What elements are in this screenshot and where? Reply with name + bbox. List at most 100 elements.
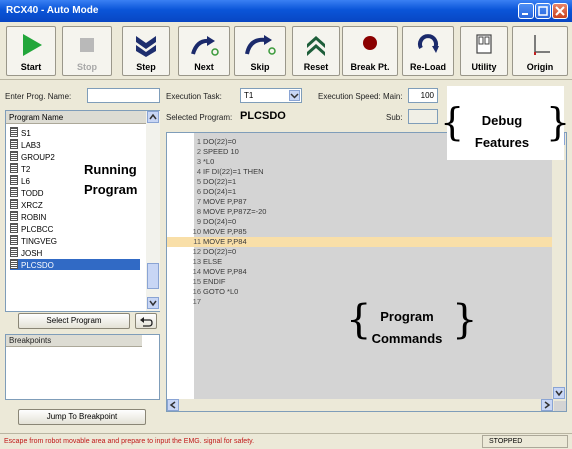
- program-commands-annotation-line2: Commands: [371, 331, 443, 346]
- code-line[interactable]: 16 GOTO *L0: [167, 287, 553, 297]
- scroll-down-button[interactable]: [147, 297, 159, 309]
- code-scroll-right-button[interactable]: [541, 399, 553, 411]
- breakpoint-list[interactable]: Breakpoints: [5, 334, 160, 400]
- program-list-item-label: GROUP2: [21, 153, 55, 162]
- program-list-item[interactable]: PLCBCC: [10, 223, 140, 234]
- minimize-icon: [522, 13, 528, 15]
- program-list-item-label: S1: [21, 129, 31, 138]
- scroll-thumb[interactable]: [147, 263, 159, 289]
- code-vertical-scrollbar[interactable]: [552, 133, 566, 401]
- next-arrow-icon: [191, 36, 219, 56]
- code-line[interactable]: 11 MOVE P,P84: [167, 237, 553, 247]
- code-line[interactable]: 6 DO(24)=1: [167, 187, 553, 197]
- program-list[interactable]: Program Name S1 LAB3 GROUP2 T2 L6 TODD XRCZ ROB…: [5, 110, 160, 312]
- code-line-number: 9: [196, 217, 201, 226]
- code-horizontal-scrollbar[interactable]: [167, 399, 554, 411]
- play-icon: [23, 34, 42, 56]
- code-line-text: ENDIF: [203, 277, 226, 286]
- next-button[interactable]: Next: [178, 26, 230, 76]
- code-line-text: MOVE P,P84: [203, 237, 247, 246]
- right-brace-icon: }: [452, 297, 478, 343]
- program-list-item[interactable]: XRCZ: [10, 199, 140, 210]
- program-code-view[interactable]: 1 DO(22)=0 2 SPEED 10 3 *L0 4 IF DI(22)=1 THEN 5…: [166, 132, 567, 412]
- code-scroll-left-button[interactable]: [167, 399, 179, 411]
- program-list-item[interactable]: JOSH: [10, 247, 140, 258]
- code-line-number: 12: [192, 247, 201, 256]
- code-line[interactable]: 9 DO(24)=0: [167, 217, 553, 227]
- stop-button[interactable]: Stop: [62, 26, 112, 76]
- program-file-icon: [10, 247, 18, 257]
- program-file-icon: [10, 211, 18, 221]
- jump-to-breakpoint-button[interactable]: Jump To Breakpoint: [18, 409, 146, 425]
- program-list-item-label: PLCSDO: [21, 261, 54, 270]
- sub-speed-input[interactable]: [408, 109, 438, 124]
- code-line-text: DO(22)=1: [203, 177, 237, 186]
- chevron-up-icon: [149, 113, 157, 120]
- code-line-text: *L0: [203, 157, 215, 166]
- program-list-scrollbar[interactable]: [146, 111, 160, 311]
- code-line-number: 15: [192, 277, 201, 286]
- code-line-number: 8: [196, 207, 201, 216]
- code-line-number: 7: [196, 197, 201, 206]
- code-line[interactable]: 4 IF DI(22)=1 THEN: [167, 167, 553, 177]
- code-line[interactable]: 8 MOVE P,P87Z=-20: [167, 207, 553, 217]
- code-line[interactable]: 7 MOVE P,P87: [167, 197, 553, 207]
- code-line-text: ELSE: [203, 257, 223, 266]
- code-line-text: GOTO *L0: [203, 287, 239, 296]
- window-title: RCX40 - Auto Mode: [6, 5, 99, 16]
- program-list-item[interactable]: ROBIN: [10, 211, 140, 222]
- right-brace-icon: }: [546, 100, 571, 144]
- code-scroll-down-button[interactable]: [553, 387, 565, 399]
- code-line-number: 16: [192, 287, 201, 296]
- running-program-annotation: Running Program: [84, 160, 137, 200]
- close-icon: [555, 6, 565, 16]
- step-button[interactable]: Step: [122, 26, 170, 76]
- chevron-down-icon: [149, 300, 157, 307]
- program-list-item-label: LAB3: [21, 141, 41, 150]
- program-list-item[interactable]: S1: [10, 127, 140, 138]
- status-message: Escape from robot movable area and prepa…: [4, 438, 255, 445]
- program-list-item-label: T2: [21, 165, 31, 174]
- program-file-icon: [10, 127, 18, 137]
- select-program-button[interactable]: Select Program: [18, 313, 130, 329]
- skip-label: Skip: [250, 62, 270, 72]
- program-list-item[interactable]: TINGVEG: [10, 235, 140, 246]
- close-button[interactable]: [552, 3, 568, 19]
- skip-button[interactable]: Skip: [234, 26, 286, 76]
- origin-button[interactable]: Origin: [512, 26, 568, 76]
- code-line[interactable]: 10 MOVE P,P85: [167, 227, 553, 237]
- program-list-header[interactable]: Program Name: [6, 111, 146, 124]
- reset-icon: [307, 36, 325, 56]
- chevron-left-icon: [169, 401, 176, 409]
- program-list-item-label: TINGVEG: [21, 237, 58, 246]
- undo-button[interactable]: [135, 313, 157, 329]
- code-line[interactable]: 12 DO(22)=0: [167, 247, 553, 257]
- scroll-up-button[interactable]: [147, 111, 159, 123]
- program-file-icon: [10, 151, 18, 161]
- enter-prog-input[interactable]: [87, 88, 160, 103]
- toolbar: Start Stop Step Next Skip Reset Break Pt…: [0, 22, 572, 80]
- program-list-item-label: ROBIN: [21, 213, 47, 222]
- break-point-button[interactable]: Break Pt.: [342, 26, 398, 76]
- origin-icon: [534, 35, 550, 55]
- running-program-annotation-line1: Running: [84, 162, 137, 177]
- code-line[interactable]: 15 ENDIF: [167, 277, 553, 287]
- minimize-button[interactable]: [518, 3, 534, 19]
- reload-button[interactable]: Re-Load: [402, 26, 454, 76]
- dropdown-arrow-icon[interactable]: [289, 90, 300, 101]
- enter-prog-label: Enter Prog. Name:: [5, 92, 72, 101]
- start-button[interactable]: Start: [6, 26, 56, 76]
- program-list-item[interactable]: PLCSDO: [10, 259, 140, 270]
- execution-task-label: Execution Task:: [166, 92, 222, 101]
- code-line-text: DO(24)=1: [203, 187, 237, 196]
- code-line[interactable]: 14 MOVE P,P84: [167, 267, 553, 277]
- code-line[interactable]: 5 DO(22)=1: [167, 177, 553, 187]
- code-line[interactable]: 13 ELSE: [167, 257, 553, 267]
- reset-button[interactable]: Reset: [292, 26, 340, 76]
- main-speed-input[interactable]: 100: [408, 88, 438, 103]
- execution-task-select[interactable]: T1: [240, 88, 302, 103]
- program-commands-annotation: Program Commands: [362, 306, 452, 350]
- program-list-item[interactable]: LAB3: [10, 139, 140, 150]
- utility-button[interactable]: Utility: [460, 26, 508, 76]
- maximize-button[interactable]: [535, 3, 551, 19]
